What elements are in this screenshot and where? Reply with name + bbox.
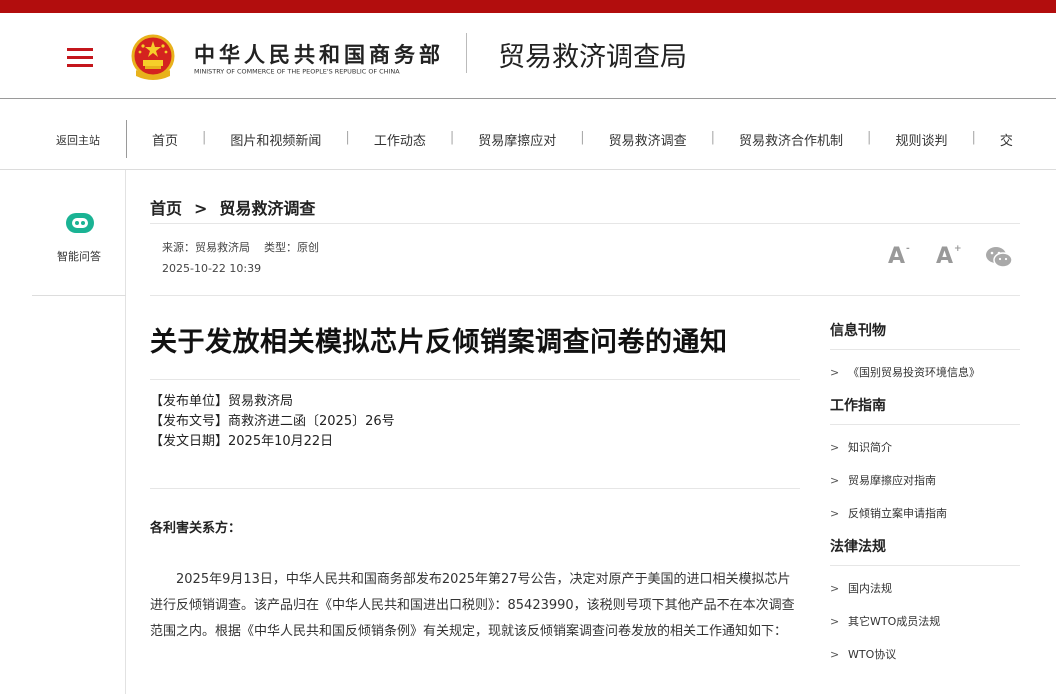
nav-separator: |	[580, 130, 585, 145]
salutation: 各利害关系方：	[150, 521, 242, 536]
wechat-icon[interactable]	[985, 245, 1013, 269]
list-item[interactable]: > 贸易摩擦应对指南	[830, 464, 1020, 497]
nav-separator: |	[202, 130, 207, 145]
main-nav: 返回主站 首页 | 图片和视频新闻 | 工作动态 | 贸易摩擦应对 | 贸易救济…	[0, 100, 1056, 170]
nav-item-cooperation-mechanism[interactable]: 贸易救济合作机制	[739, 130, 843, 149]
list-item[interactable]: > WTO协议	[830, 638, 1020, 671]
site-header: 中华人民共和国商务部 MINISTRY OF COMMERCE OF THE P…	[0, 13, 1056, 99]
right-sidebar: 信息刊物 > 《国别贸易投资环境信息》 工作指南 > 知识简介 > 贸易摩擦应对指南 …	[830, 320, 1020, 671]
nav-items: 首页 | 图片和视频新闻 | 工作动态 | 贸易摩擦应对 | 贸易救济调查 | …	[152, 130, 1013, 149]
nav-separator: |	[971, 130, 976, 145]
list-item-label: WTO协议	[848, 648, 897, 661]
nav-divider	[126, 120, 127, 158]
section-publications: 信息刊物 > 《国别贸易投资环境信息》	[830, 320, 1020, 389]
nav-separator: |	[345, 130, 350, 145]
nav-item-trade-friction[interactable]: 贸易摩擦应对	[478, 130, 556, 149]
ministry-name-en: MINISTRY OF COMMERCE OF THE PEOPLE'S REP…	[194, 68, 400, 76]
nav-item-photo-video-news[interactable]: 图片和视频新闻	[230, 130, 321, 149]
section-title: 信息刊物	[830, 320, 1020, 350]
national-emblem-icon	[131, 34, 175, 80]
list-item-label: 反倾销立案申请指南	[848, 507, 947, 520]
bureau-name: 贸易救济调查局	[498, 42, 687, 73]
meta-divider	[150, 295, 1020, 296]
left-sidebar: 智能问答	[0, 170, 126, 694]
font-letter: A	[936, 244, 954, 269]
document-number: 【发布文号】商救济进二函〔2025〕26号	[150, 414, 395, 429]
nav-separator: |	[710, 130, 716, 145]
list-item[interactable]: > 知识简介	[830, 431, 1020, 464]
article-info: 【发布单位】贸易救济局 【发布文号】商救济进二函〔2025〕26号 【发文日期】…	[150, 392, 395, 452]
chevron-right-icon: >	[830, 474, 840, 487]
ministry-name-cn: 中华人民共和国商务部	[194, 43, 444, 67]
nav-separator: |	[449, 130, 455, 145]
chevron-right-icon: >	[830, 366, 840, 379]
publishing-unit: 【发布单位】贸易救济局	[150, 394, 294, 409]
article-paragraph: 2025年9月13日，中华人民共和国商务部发布2025年第27号公告，决定对原产…	[150, 572, 795, 639]
robot-icon[interactable]	[64, 211, 96, 235]
breadcrumb-current[interactable]: 贸易救济调查	[219, 199, 315, 218]
list-item-label: 其它WTO成员法规	[848, 615, 941, 628]
issue-date: 【发文日期】2025年10月22日	[150, 434, 334, 449]
minus-sign: -	[906, 244, 910, 254]
breadcrumb-divider	[150, 223, 1020, 224]
list-item-label: 贸易摩擦应对指南	[848, 474, 936, 487]
nav-separator: |	[867, 130, 872, 145]
title-divider	[150, 379, 800, 380]
chevron-right-icon: >	[830, 507, 840, 520]
section-laws-regulations: 法律法规 > 国内法规 > 其它WTO成员法规 > WTO协议	[830, 536, 1020, 671]
breadcrumb-home[interactable]: 首页	[150, 199, 182, 218]
nav-item-trade-remedy-investigation[interactable]: 贸易救济调查	[609, 130, 687, 149]
article-date: 2025-10-22 10:39	[162, 262, 262, 275]
list-item[interactable]: > 国内法规	[830, 572, 1020, 605]
breadcrumb-separator: >	[194, 199, 208, 218]
chevron-right-icon: >	[830, 615, 840, 628]
nav-item-rules-negotiation[interactable]: 规则谈判	[895, 130, 947, 149]
list-item-label: 国内法规	[848, 582, 892, 595]
nav-item-home[interactable]: 首页	[152, 130, 178, 149]
font-increase-icon[interactable]: A+	[936, 244, 962, 269]
article-type: 类型：原创	[264, 241, 319, 254]
article-meta: 来源：贸易救济局 类型：原创	[162, 239, 319, 255]
nav-item-truncated[interactable]: 交	[1000, 130, 1013, 149]
info-divider	[150, 488, 800, 489]
smart-qa-label[interactable]: 智能问答	[57, 248, 101, 264]
header-divider	[466, 33, 467, 73]
font-decrease-icon[interactable]: A-	[888, 244, 910, 269]
section-title: 工作指南	[830, 395, 1020, 425]
plus-sign: +	[954, 244, 962, 254]
breadcrumb: 首页 > 贸易救济调查	[150, 195, 315, 219]
nav-item-work-news[interactable]: 工作动态	[374, 130, 426, 149]
section-work-guide: 工作指南 > 知识简介 > 贸易摩擦应对指南 > 反倾销立案申请指南	[830, 395, 1020, 530]
list-item-label: 知识简介	[848, 441, 892, 454]
list-item[interactable]: > 其它WTO成员法规	[830, 605, 1020, 638]
font-letter: A	[888, 244, 906, 269]
chevron-right-icon: >	[830, 582, 840, 595]
section-title: 法律法规	[830, 536, 1020, 566]
article-title: 关于发放相关模拟芯片反倾销案调查问卷的通知	[150, 327, 728, 358]
chevron-right-icon: >	[830, 441, 840, 454]
list-item[interactable]: > 《国别贸易投资环境信息》	[830, 356, 1020, 389]
top-red-bar	[0, 0, 1056, 13]
list-item-label: 《国别贸易投资环境信息》	[848, 366, 980, 379]
chevron-right-icon: >	[830, 648, 840, 661]
article-source: 来源：贸易救济局	[162, 241, 250, 254]
list-item[interactable]: > 反倾销立案申请指南	[830, 497, 1020, 530]
menu-icon[interactable]	[67, 48, 93, 68]
sidebar-divider	[32, 295, 126, 296]
back-to-main-site-link[interactable]: 返回主站	[56, 132, 100, 148]
